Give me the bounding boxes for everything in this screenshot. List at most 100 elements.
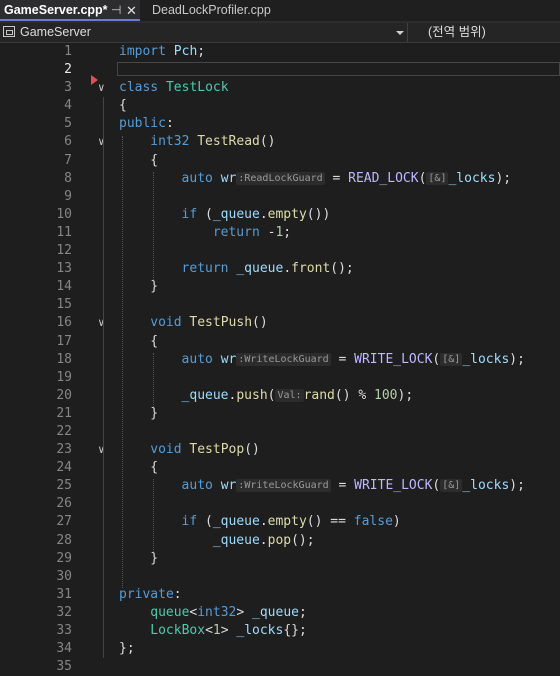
fold-chevron-icon[interactable]: ∨	[98, 79, 105, 97]
code-line[interactable]: 2	[0, 61, 560, 86]
line-number: 28	[56, 532, 72, 548]
code-line[interactable]: 23 ∨ void TestPop()	[0, 441, 560, 459]
tab-title: DeadLockProfiler.cpp	[152, 3, 271, 17]
code-line[interactable]: 17 {	[0, 333, 560, 351]
code-line[interactable]: 16 ∨ void TestPush()	[0, 314, 560, 332]
code-line[interactable]: 10 if (_queue.empty())	[0, 206, 560, 224]
code-line[interactable]: 20 _queue.push(Val: rand() % 100);	[0, 387, 560, 405]
line-number: 2	[64, 62, 72, 78]
code-line[interactable]: 1 import Pch;	[0, 43, 560, 61]
project-scope-dropdown[interactable]: GameServer	[0, 23, 408, 42]
current-line-highlight	[117, 62, 560, 77]
line-number: 34	[56, 641, 72, 657]
indent-guide	[122, 135, 123, 588]
code-line[interactable]: 18 auto wr:WriteLockGuard = WRITE_LOCK([&…	[0, 351, 560, 369]
code-text: auto wr:WriteLockGuard = WRITE_LOCK([&] _…	[181, 478, 525, 494]
code-line[interactable]: 15	[0, 296, 560, 314]
code-text: void TestPush()	[150, 315, 268, 331]
inlay-hint: :WriteLockGuard	[236, 352, 331, 366]
indent-guide	[153, 171, 154, 281]
line-number: 10	[56, 206, 72, 222]
line-number: 23	[56, 442, 72, 458]
code-text: }	[150, 550, 159, 566]
code-text: int32 TestRead()	[150, 134, 276, 150]
code-text: public:	[119, 116, 174, 132]
code-text: return _queue.front();	[181, 261, 354, 277]
line-number: 26	[56, 496, 72, 512]
line-number: 11	[56, 224, 72, 240]
code-line[interactable]: 26	[0, 495, 560, 513]
code-text: }	[150, 405, 159, 421]
code-text: };	[119, 641, 135, 657]
code-line[interactable]: 7{	[0, 152, 560, 170]
line-number: 21	[56, 405, 72, 421]
code-line[interactable]: 5 public:	[0, 115, 560, 133]
code-text: auto wr:WriteLockGuard = WRITE_LOCK([&] _…	[181, 351, 525, 367]
inlay-hint: [&]	[426, 171, 449, 185]
code-line[interactable]: 8 auto wr:ReadLockGuard = READ_LOCK([&] _l…	[0, 170, 560, 188]
code-line[interactable]: 3 ∨ class TestLock	[0, 79, 560, 97]
code-line[interactable]: 33 LockBox<1> _locks{};	[0, 622, 560, 640]
code-line[interactable]: 32 queue<int32> _queue;	[0, 604, 560, 622]
code-lines: 1 import Pch; 2 3 ∨ class TestLock 4{5 public: 6…	[0, 43, 560, 676]
code-line[interactable]: 9	[0, 188, 560, 206]
scope-line	[103, 97, 104, 659]
code-line[interactable]: 19	[0, 369, 560, 387]
code-editor[interactable]: 1 import Pch; 2 3 ∨ class TestLock 4{5 public: 6…	[0, 43, 560, 676]
tab-title: GameServer.cpp*	[4, 3, 108, 17]
line-number: 16	[56, 315, 72, 331]
code-line[interactable]: 24 {	[0, 459, 560, 477]
code-text: return -1;	[212, 224, 292, 240]
code-line[interactable]: 13 return _queue.front();	[0, 260, 560, 278]
line-number: 30	[56, 568, 72, 584]
code-line[interactable]: 29}	[0, 550, 560, 568]
line-number: 20	[56, 387, 72, 403]
code-line[interactable]: 31 private:	[0, 586, 560, 604]
code-line[interactable]: 14}	[0, 278, 560, 296]
code-line[interactable]: 4{	[0, 97, 560, 115]
line-number: 25	[56, 478, 72, 494]
code-text: _queue.push(Val: rand() % 100);	[181, 387, 414, 403]
code-line[interactable]: 11 return -1;	[0, 224, 560, 242]
code-line[interactable]: 34};	[0, 640, 560, 658]
code-text: LockBox<1> _locks{};	[150, 623, 307, 638]
code-text: {	[150, 152, 159, 168]
project-scope-label: GameServer	[20, 25, 91, 39]
code-line[interactable]: 35	[0, 658, 560, 676]
line-number: 24	[56, 460, 72, 476]
code-line[interactable]: 27 if (_queue.empty() == false)	[0, 513, 560, 531]
code-text: {	[150, 460, 159, 476]
code-text: auto wr:ReadLockGuard = READ_LOCK([&] _lo…	[181, 170, 512, 186]
line-number: 15	[56, 297, 72, 313]
line-number: 5	[64, 116, 72, 132]
tab-gameserver-cpp[interactable]: GameServer.cpp* ⊣ ✕	[0, 0, 140, 21]
line-number: 19	[56, 369, 72, 385]
code-line[interactable]: 21}	[0, 405, 560, 423]
code-line[interactable]: 28 _queue.pop();	[0, 532, 560, 550]
code-text: if (_queue.empty() == false)	[181, 514, 401, 530]
line-number: 1	[64, 44, 72, 59]
member-scope-dropdown[interactable]: (전역 범위)	[428, 23, 486, 42]
code-line[interactable]: 25 auto wr:WriteLockGuard = WRITE_LOCK([&…	[0, 477, 560, 495]
indent-guide	[153, 479, 154, 552]
tab-deadlockprofiler-cpp[interactable]: DeadLockProfiler.cpp	[152, 0, 271, 21]
code-line[interactable]: 22	[0, 423, 560, 441]
line-number: 22	[56, 423, 72, 439]
line-number: 12	[56, 243, 72, 259]
line-number: 6	[64, 134, 72, 150]
line-number: 33	[56, 623, 72, 638]
code-text: import Pch;	[119, 44, 206, 59]
pin-icon[interactable]: ⊣	[111, 0, 121, 21]
code-text: {	[150, 333, 159, 349]
code-text: }	[150, 279, 159, 295]
code-text: void TestPop()	[150, 442, 260, 458]
chevron-down-icon[interactable]	[396, 31, 404, 35]
code-line[interactable]: 12	[0, 242, 560, 260]
close-icon[interactable]: ✕	[126, 0, 137, 21]
code-line[interactable]: 30	[0, 568, 560, 586]
line-number: 29	[56, 550, 72, 566]
code-line[interactable]: 6 ∨ int32 TestRead()	[0, 133, 560, 151]
inlay-hint: [&]	[440, 352, 463, 366]
inlay-hint: :WriteLockGuard	[236, 479, 331, 493]
line-number: 4	[64, 98, 72, 114]
